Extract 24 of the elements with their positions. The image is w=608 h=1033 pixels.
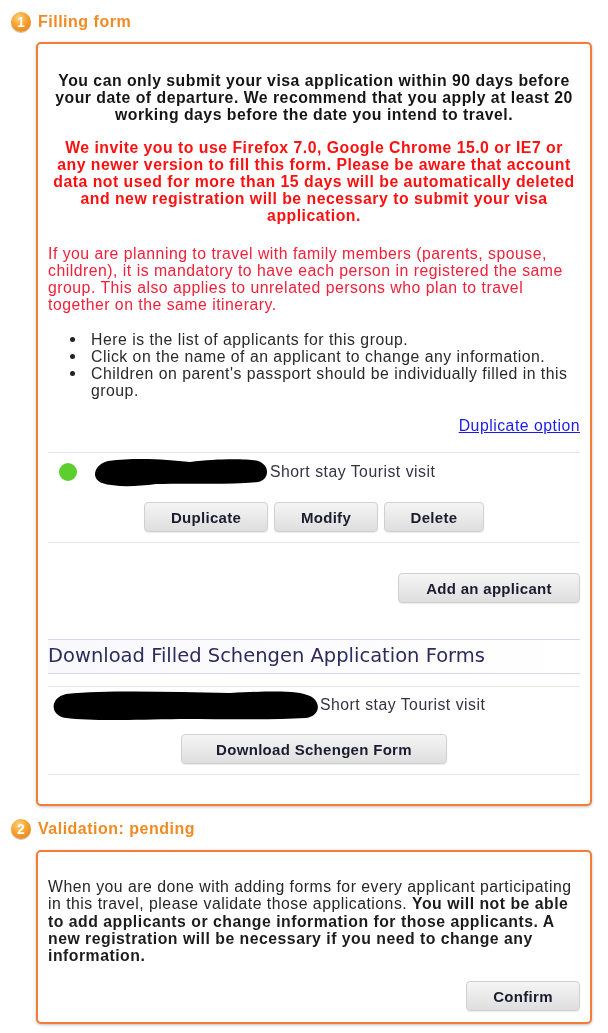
step-number: 2	[11, 819, 31, 839]
download-form-button[interactable]: Download Schengen Form	[181, 734, 447, 764]
applicant-action-button[interactable]: Duplicate	[144, 502, 268, 532]
applicant-action-button[interactable]: Modify	[274, 502, 378, 532]
instruction-text: Here is the list of applicants for this group.	[91, 331, 409, 348]
section-heading: Download Filled Schengen Application Forms	[48, 639, 580, 674]
bullet-icon	[70, 371, 75, 376]
add-applicant-button[interactable]: Add an applicant	[398, 573, 580, 603]
visa-type-text: Short stay Tourist visit	[320, 696, 486, 714]
confirm-button[interactable]: Confirm	[466, 981, 580, 1012]
instruction-text: Click on the name of an applicant to change any information.	[91, 348, 546, 365]
family-note: If you are planning to travel with family members (parents, spouse, children), it is mandatory to have each person in registered the same group. This also applies to unrelated persons who plan to travel together on the same itinerary.	[48, 245, 564, 313]
bullet-icon	[70, 337, 75, 342]
browser-warning: We invite you to use Firefox 7.0, Google Chrome 15.0 or IE7 or any newer version to fill this form. Please be aware that account data not used for more than 15 days will be automatically deleted and new registration will be necessary to submit your visa application.	[52, 139, 576, 224]
instruction-text: Children on parent's passport should be individually filled in this group.	[91, 365, 569, 399]
validation-text: When you are done with adding forms for every applicant participating in this travel, please validate those applications. You will not be able to add applicants or change information for those applicants. A new registration will be necessary if you need to change any information.	[48, 878, 573, 965]
duplicate-option-link[interactable]: Duplicate option	[458, 417, 580, 434]
step-number: 1	[11, 12, 31, 32]
step-title: Validation: pending	[38, 820, 196, 838]
visa-type-text: Short stay Tourist visit	[270, 463, 436, 481]
visa-notice: You can only submit your visa application within 90 days before your date of departure. We recommend that you apply at least 20 working days before the date you intend to travel.	[54, 72, 574, 123]
bullet-icon	[70, 354, 75, 359]
applicant-action-button[interactable]: Delete	[384, 502, 484, 532]
step-title: Filling form	[38, 13, 132, 31]
